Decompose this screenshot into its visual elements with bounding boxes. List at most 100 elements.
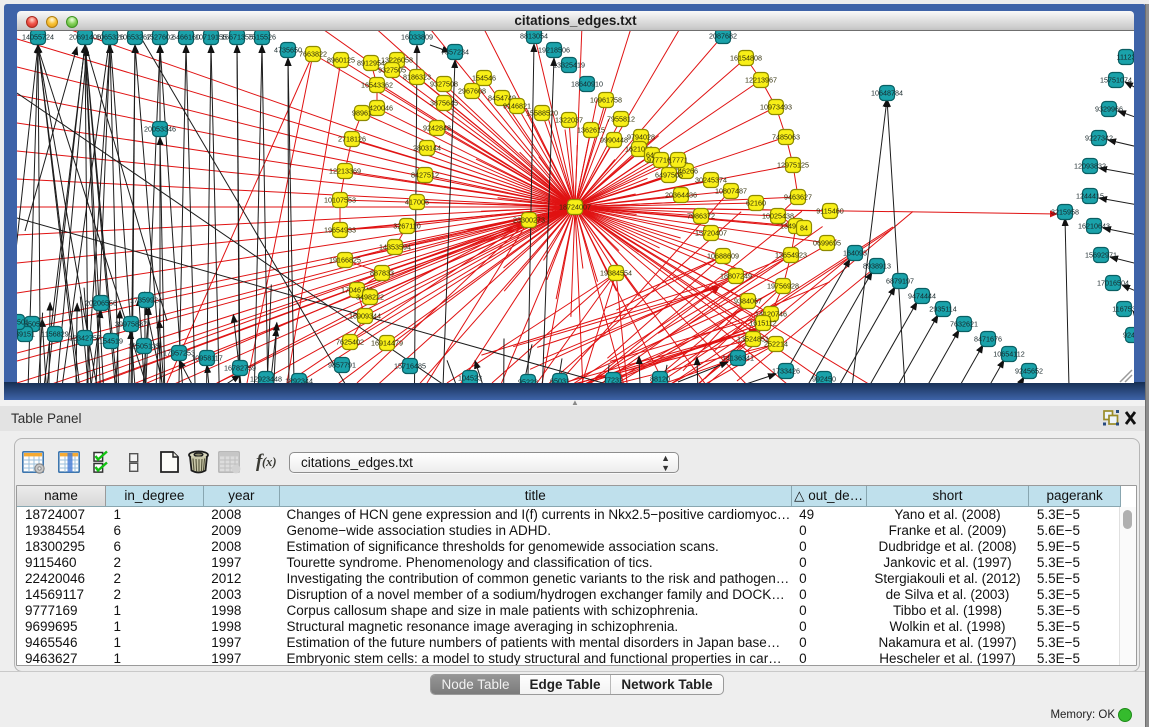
svg-text:154519: 154519 — [99, 337, 123, 346]
svg-text:98961: 98961 — [352, 109, 372, 118]
svg-text:15716485: 15716485 — [394, 362, 426, 371]
svg-text:10973493: 10973493 — [760, 103, 792, 112]
svg-text:19654933: 19654933 — [324, 226, 356, 235]
svg-text:15692971: 15692971 — [1085, 251, 1117, 260]
svg-text:7625402: 7625402 — [336, 338, 364, 347]
svg-text:10654112: 10654112 — [993, 350, 1024, 359]
svg-text:12975125: 12975125 — [777, 161, 809, 170]
svg-text:92450: 92450 — [1123, 331, 1134, 340]
svg-text:9384067: 9384067 — [734, 297, 762, 306]
svg-text:18724007: 18724007 — [559, 203, 591, 212]
svg-text:95223: 95223 — [518, 378, 538, 384]
svg-text:8427512: 8427512 — [411, 171, 439, 180]
svg-text:7632621: 7632621 — [950, 320, 978, 329]
svg-text:154546: 154546 — [472, 74, 496, 83]
svg-text:9245652: 9245652 — [1015, 367, 1043, 376]
svg-text:10025438: 10025438 — [762, 212, 794, 221]
svg-text:9242848: 9242848 — [423, 124, 451, 133]
svg-text:20053346: 20053346 — [144, 125, 176, 134]
svg-text:39975887: 39975887 — [115, 320, 147, 329]
svg-text:84: 84 — [800, 224, 808, 233]
svg-text:9327508: 9327508 — [430, 80, 458, 89]
svg-text:9329966: 9329966 — [1095, 105, 1123, 114]
svg-text:16909344: 16909344 — [349, 312, 381, 321]
svg-text:116753: 116753 — [1112, 305, 1134, 314]
svg-text:16210643: 16210643 — [1078, 222, 1110, 231]
svg-text:16914479: 16914479 — [371, 339, 403, 348]
svg-text:16033809: 16033809 — [401, 33, 433, 42]
svg-text:0699695: 0699695 — [813, 239, 841, 248]
svg-text:15751074: 15751074 — [1100, 76, 1132, 85]
svg-text:10807487: 10807487 — [715, 187, 747, 196]
svg-text:417006: 417006 — [405, 198, 429, 207]
svg-text:19218506: 19218506 — [538, 46, 570, 55]
svg-text:9474444: 9474444 — [908, 292, 936, 301]
svg-text:2935114: 2935114 — [929, 305, 956, 314]
svg-text:10958117: 10958117 — [191, 354, 222, 363]
svg-text:1322037: 1322037 — [555, 116, 583, 125]
svg-text:252214: 252214 — [764, 340, 788, 349]
svg-text:19756928: 19756928 — [767, 282, 799, 291]
svg-text:3498222: 3498222 — [356, 293, 384, 302]
svg-text:9857791: 9857791 — [328, 361, 356, 370]
svg-text:992450: 992450 — [812, 375, 836, 384]
svg-text:1527602: 1527602 — [146, 33, 174, 42]
svg-text:14353594: 14353594 — [379, 243, 411, 252]
svg-text:7485063: 7485063 — [772, 133, 800, 142]
svg-text:20206556: 20206556 — [85, 299, 117, 308]
svg-text:17359924: 17359924 — [130, 296, 162, 305]
svg-text:1156829: 1156829 — [41, 330, 68, 339]
svg-text:164093: 164093 — [843, 249, 867, 258]
svg-text:1244415: 1244415 — [1076, 192, 1104, 201]
svg-text:23300273: 23300273 — [513, 216, 545, 225]
svg-text:12093832: 12093832 — [1074, 162, 1106, 171]
svg-text:13654923: 13654923 — [775, 251, 807, 260]
svg-text:8960125: 8960125 — [327, 56, 355, 65]
svg-text:19384554: 19384554 — [600, 269, 632, 278]
svg-text:9794028: 9794028 — [627, 133, 655, 142]
svg-text:(x): (x) — [262, 455, 277, 469]
svg-text:15588520: 15588520 — [526, 109, 558, 118]
svg-text:2967608: 2967608 — [458, 87, 486, 96]
svg-text:18807249: 18807249 — [720, 272, 752, 281]
svg-text:2087682: 2087682 — [709, 32, 737, 41]
svg-text:10961758: 10961758 — [590, 96, 622, 105]
svg-text:16154808: 16154808 — [730, 54, 762, 63]
svg-text:10648784: 10648784 — [871, 89, 903, 98]
svg-text:11123: 11123 — [1117, 53, 1134, 62]
svg-text:15720407: 15720407 — [695, 229, 727, 238]
svg-text:8471676: 8471676 — [974, 335, 1002, 344]
svg-text:4735650: 4735650 — [274, 46, 302, 55]
svg-text:30245374: 30245374 — [695, 176, 727, 185]
svg-text:62160: 62160 — [746, 199, 766, 208]
svg-text:9227342: 9227342 — [1085, 134, 1113, 143]
svg-text:8186323: 8186323 — [403, 73, 431, 82]
svg-text:12923448: 12923448 — [250, 375, 282, 384]
svg-text:3875645: 3875645 — [430, 99, 458, 108]
svg-text:7515526: 7515526 — [248, 33, 276, 42]
svg-text:14136341: 14136341 — [722, 354, 754, 363]
svg-text:7357234: 7357234 — [441, 48, 469, 57]
svg-text:14055724: 14055724 — [22, 33, 54, 42]
svg-text:2803144: 2803144 — [413, 144, 441, 153]
svg-text:1362615: 1362615 — [577, 126, 605, 135]
svg-text:9327505: 9327505 — [378, 66, 406, 75]
svg-text:12505135: 12505135 — [128, 342, 160, 351]
svg-text:7986372: 7986372 — [687, 212, 715, 221]
svg-text:3215958: 3215958 — [1051, 208, 1079, 217]
svg-text:104523: 104523 — [458, 374, 482, 383]
svg-text:17957253: 17957253 — [163, 349, 195, 358]
svg-text:1733426: 1733426 — [772, 367, 800, 376]
svg-text:8938913: 8938913 — [863, 262, 891, 271]
svg-text:9990448: 9990448 — [600, 136, 628, 145]
svg-text:12213967: 12213967 — [745, 76, 777, 85]
svg-text:6879197: 6879197 — [886, 277, 914, 286]
svg-text:16782759: 16782759 — [224, 364, 256, 373]
svg-text:13325419: 13325419 — [553, 61, 585, 70]
svg-text:6497508: 6497508 — [655, 171, 683, 180]
svg-text:2718126: 2718126 — [338, 135, 366, 144]
svg-text:159501: 159501 — [17, 318, 29, 327]
svg-text:3267110: 3267110 — [393, 222, 420, 231]
svg-text:16543362: 16543362 — [361, 81, 393, 90]
svg-text:1615112: 1615112 — [749, 319, 776, 328]
